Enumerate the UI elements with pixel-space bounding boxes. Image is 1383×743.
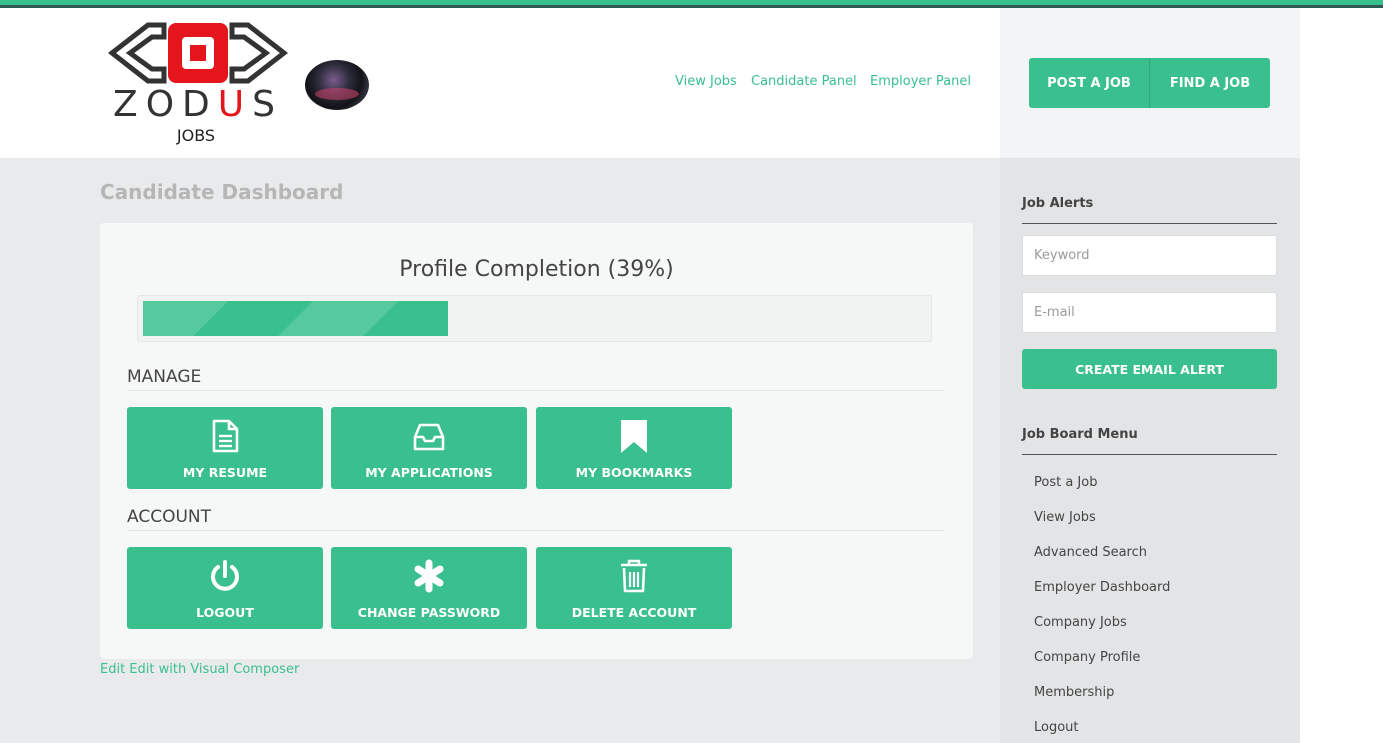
- change-password-button[interactable]: CHANGE PASSWORD: [331, 547, 527, 629]
- account-divider: [127, 530, 945, 531]
- post-job-button[interactable]: POST A JOB: [1029, 58, 1149, 108]
- nav-candidate-panel[interactable]: Candidate Panel: [751, 74, 857, 89]
- job-alerts-divider: [1022, 223, 1277, 224]
- nav-view-jobs[interactable]: View Jobs: [675, 74, 737, 89]
- logo-wordmark: ZODUS: [113, 84, 283, 125]
- edit-visual-composer-link[interactable]: Edit Edit with Visual Composer: [100, 662, 299, 677]
- site-logo[interactable]: ZODUS JOBS: [107, 22, 289, 145]
- my-resume-button[interactable]: MY RESUME: [127, 407, 323, 489]
- tile-label: MY RESUME: [182, 465, 268, 480]
- menu-item-advanced-search[interactable]: Advanced Search: [1034, 545, 1147, 560]
- user-avatar[interactable]: [305, 60, 369, 110]
- my-bookmarks-button[interactable]: MY BOOKMARKS: [536, 407, 732, 489]
- inbox-icon: [413, 423, 445, 451]
- page-margin: [1300, 8, 1383, 743]
- menu-item-membership[interactable]: Membership: [1034, 685, 1114, 700]
- job-board-menu-divider: [1022, 454, 1277, 455]
- asterisk-icon: [414, 559, 444, 593]
- power-icon: [211, 560, 239, 591]
- job-board-menu-heading: Job Board Menu: [1022, 427, 1138, 442]
- menu-item-view-jobs[interactable]: View Jobs: [1034, 510, 1096, 525]
- profile-completion-title: Profile Completion (39%): [399, 257, 674, 282]
- keyword-input[interactable]: [1022, 235, 1277, 276]
- email-input[interactable]: [1022, 292, 1277, 333]
- nav-employer-panel[interactable]: Employer Panel: [870, 74, 971, 89]
- menu-item-company-jobs[interactable]: Company Jobs: [1034, 615, 1127, 630]
- bookmark-icon: [621, 420, 647, 453]
- menu-item-employer-dashboard[interactable]: Employer Dashboard: [1034, 580, 1170, 595]
- header-button-group: POST A JOB FIND A JOB: [1029, 58, 1270, 108]
- page-title: Candidate Dashboard: [100, 180, 344, 204]
- menu-item-company-profile[interactable]: Company Profile: [1034, 650, 1140, 665]
- logo-subtitle: JOBS: [176, 126, 216, 145]
- trash-icon: [621, 559, 647, 593]
- tile-label: DELETE ACCOUNT: [571, 605, 697, 620]
- my-applications-button[interactable]: MY APPLICATIONS: [331, 407, 527, 489]
- document-icon: [212, 419, 239, 453]
- tile-label: CHANGE PASSWORD: [357, 605, 501, 620]
- delete-account-button[interactable]: DELETE ACCOUNT: [536, 547, 732, 629]
- create-email-alert-button[interactable]: CREATE EMAIL ALERT: [1022, 349, 1277, 389]
- tile-label: MY BOOKMARKS: [575, 465, 693, 480]
- tile-label: MY APPLICATIONS: [365, 465, 493, 480]
- menu-item-post-job[interactable]: Post a Job: [1034, 475, 1097, 490]
- logo-mark-icon: [107, 22, 289, 84]
- profile-progress-bar: [137, 295, 932, 342]
- logout-button[interactable]: LOGOUT: [127, 547, 323, 629]
- tile-label: LOGOUT: [196, 605, 254, 620]
- manage-divider: [127, 390, 945, 391]
- menu-item-logout[interactable]: Logout: [1034, 720, 1079, 735]
- find-job-button[interactable]: FIND A JOB: [1150, 58, 1270, 108]
- manage-heading: MANAGE: [127, 367, 202, 387]
- account-heading: ACCOUNT: [127, 507, 211, 527]
- profile-progress-fill: [143, 301, 448, 336]
- job-alerts-heading: Job Alerts: [1022, 196, 1094, 211]
